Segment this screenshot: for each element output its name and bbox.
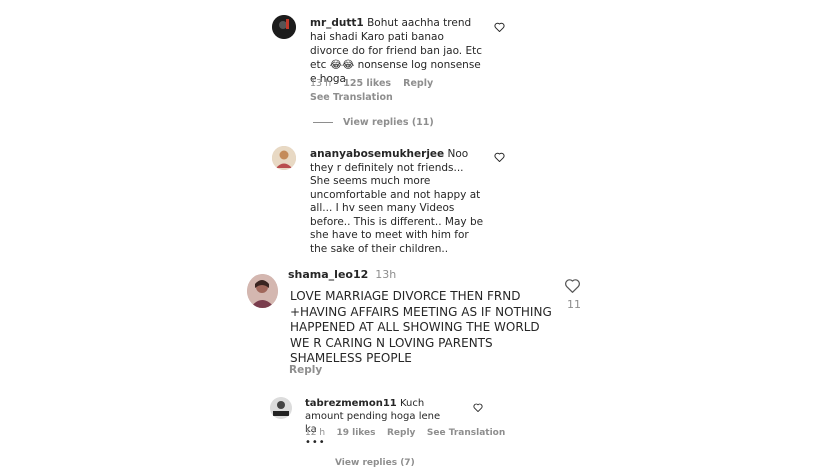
comment-meta: 12 h 19 likes Reply See Translation	[305, 428, 505, 438]
comment-likes[interactable]: 19 likes	[336, 428, 375, 438]
view-replies-button[interactable]: View replies (11)	[343, 117, 434, 128]
reply-button[interactable]: Reply	[387, 428, 415, 438]
comment-username[interactable]: tabrezmemon11	[305, 398, 397, 409]
see-translation-link[interactable]: See Translation	[310, 92, 393, 103]
avatar[interactable]	[272, 146, 296, 170]
avatar-image-icon	[272, 146, 296, 170]
comment-time: 13 h	[310, 78, 332, 89]
heart-outline-icon[interactable]	[494, 152, 505, 162]
heart-outline-icon[interactable]	[494, 22, 505, 32]
avatar-image-icon	[272, 15, 296, 39]
heart-outline-icon[interactable]	[473, 403, 483, 412]
comment-likes[interactable]: 125 likes	[343, 78, 391, 89]
comment-body: mr_dutt1 Bohut aachha trend hai shadi Ka…	[310, 16, 485, 86]
comment-body: ananyabosemukherjee Noo they r definitel…	[310, 148, 485, 256]
view-replies-button[interactable]: View replies (7)	[335, 458, 415, 468]
comment-header: shama_leo12 13h	[288, 268, 396, 281]
avatar[interactable]	[270, 397, 292, 419]
like-count: 11	[567, 298, 581, 311]
reply-button[interactable]: Reply	[289, 364, 322, 376]
replies-divider	[313, 122, 333, 123]
comment-username[interactable]: shama_leo12	[288, 268, 368, 281]
avatar[interactable]	[247, 274, 278, 308]
comment-username[interactable]: mr_dutt1	[310, 17, 364, 29]
more-options-icon[interactable]: •••	[305, 437, 326, 448]
avatar[interactable]	[272, 15, 296, 39]
reply-button[interactable]: Reply	[403, 78, 433, 89]
avatar-image-icon	[247, 274, 278, 308]
see-translation-link[interactable]: See Translation	[427, 428, 505, 438]
heart-outline-icon[interactable]	[564, 278, 581, 293]
comment-text: Noo they r definitely not friends... She…	[310, 148, 484, 255]
comment-text: LOVE MARRIAGE DIVORCE THEN FRND +HAVING …	[290, 289, 552, 365]
comment-username[interactable]: ananyabosemukherjee	[310, 148, 444, 160]
avatar-image-icon	[270, 397, 292, 419]
comment-meta: 13 h 125 likes Reply	[310, 78, 433, 89]
comment-time: 13h	[375, 268, 397, 281]
